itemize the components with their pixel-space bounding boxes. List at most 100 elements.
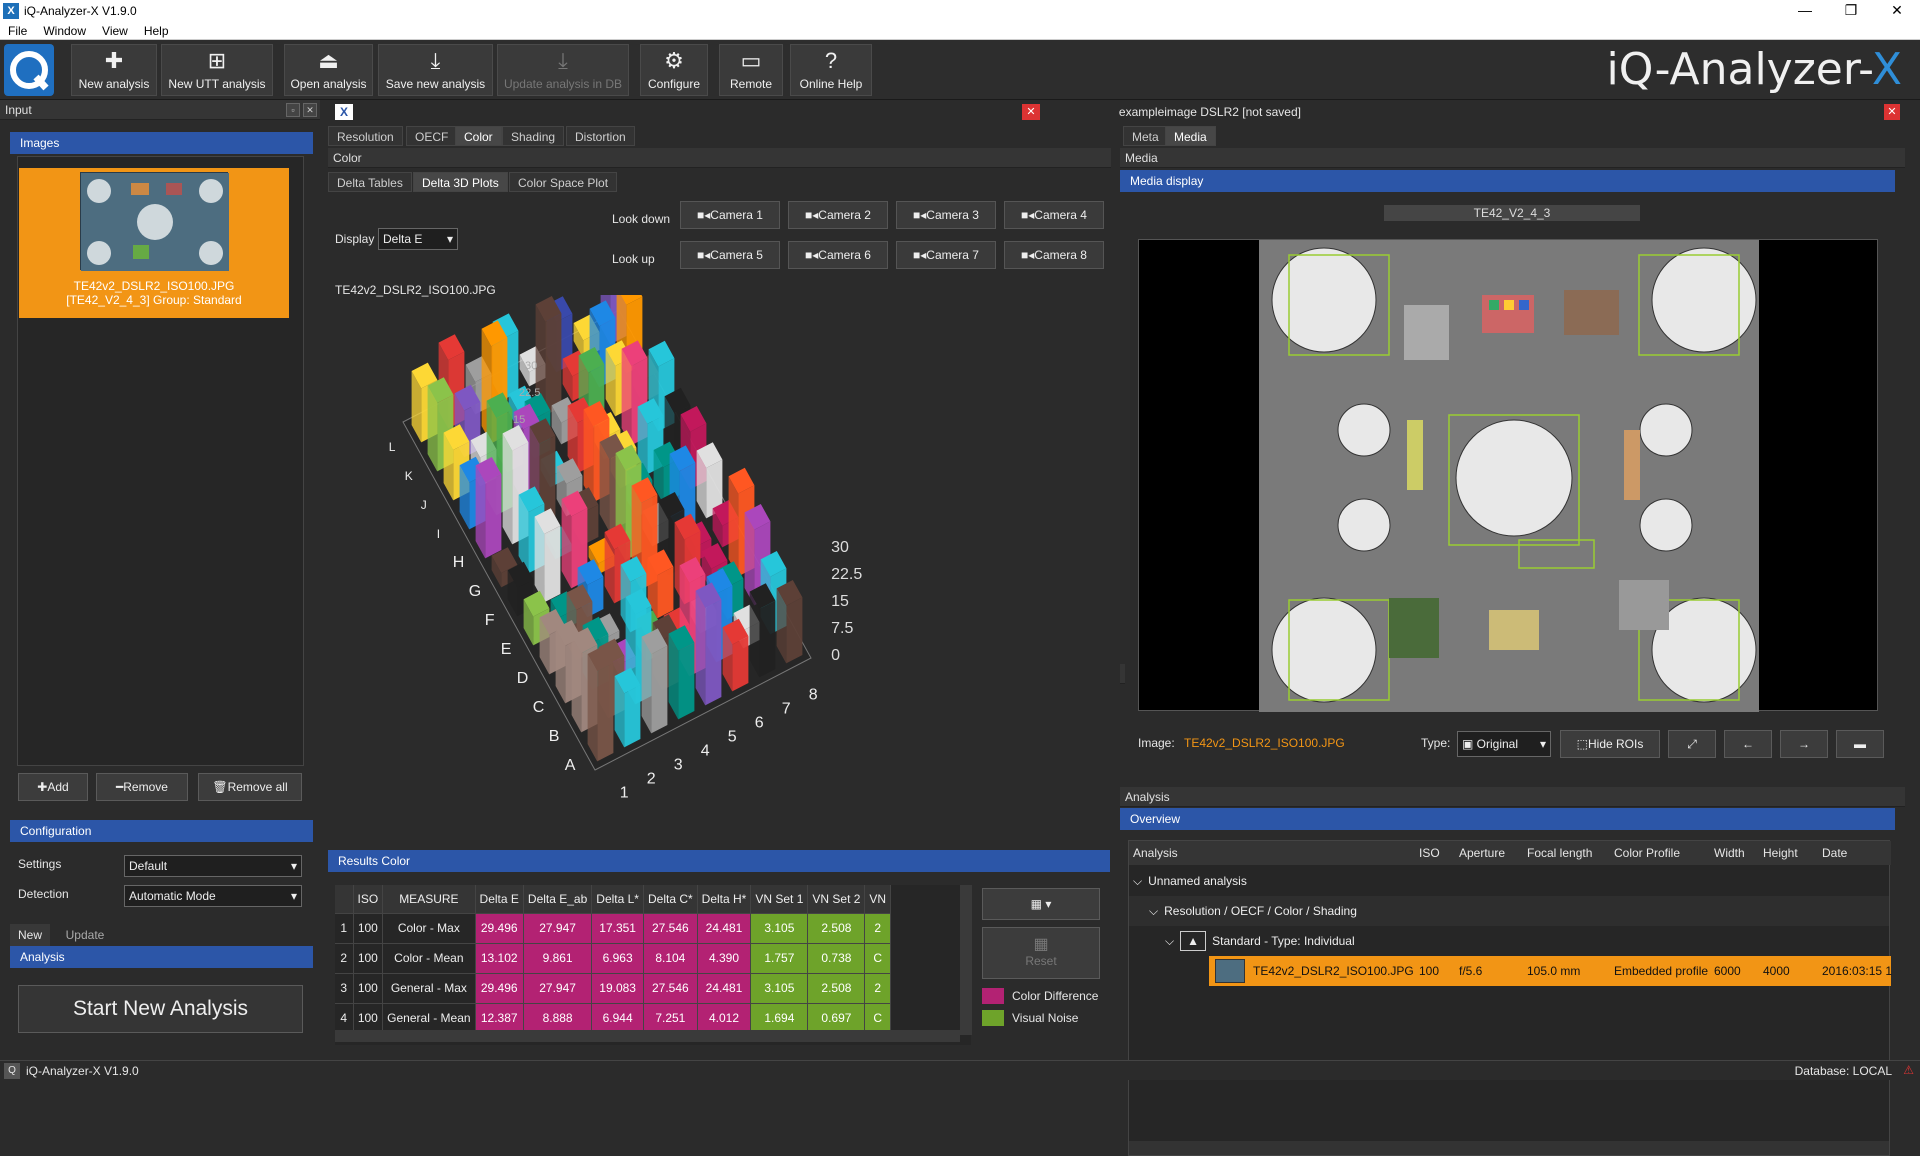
settings-select[interactable]: Default xyxy=(124,855,302,877)
folder-button[interactable]: ▬ xyxy=(1836,730,1884,758)
start-new-analysis-button[interactable]: Start New Analysis xyxy=(18,985,303,1033)
new-analysis-button[interactable]: ✚ New analysis xyxy=(71,44,157,96)
input-panel-header: Input xyxy=(0,100,320,120)
reset-button[interactable]: ▦ Reset xyxy=(982,927,1100,979)
next-button[interactable]: → xyxy=(1780,730,1828,758)
table-cell: 0.697 xyxy=(807,1003,866,1034)
close-media-icon[interactable]: ✕ xyxy=(1884,104,1900,120)
tab-update[interactable]: Update xyxy=(55,924,115,946)
menu-help[interactable]: Help xyxy=(136,22,177,40)
reset-icon: ▦ xyxy=(1033,936,1049,953)
camera-3-button[interactable]: ■◂Camera 3 xyxy=(896,201,996,229)
subtab-delta-3d-plots[interactable]: Delta 3D Plots xyxy=(413,172,508,192)
column-header[interactable]: ISO xyxy=(353,885,384,914)
hide-rois-button[interactable]: ⬚Hide ROIs xyxy=(1560,730,1660,758)
images-header: Images xyxy=(10,132,313,154)
results-hscrollbar[interactable] xyxy=(335,1030,960,1042)
plot-row-label: J xyxy=(421,498,427,512)
tab-meta[interactable]: Meta xyxy=(1123,126,1168,146)
tab-new[interactable]: New xyxy=(10,924,50,946)
table-row[interactable]: 4 100 General - Mean 12.387 8.888 6.944 7.251 4… xyxy=(335,1003,892,1034)
results-table-container[interactable]: ISO MEASURE Delta E Delta E_ab Delta L* Delta… xyxy=(335,885,971,1045)
table-row[interactable]: 3 100 General - Max 29.496 27.947 19.083 27.54… xyxy=(335,973,892,1004)
camera-4-button[interactable]: ■◂Camera 4 xyxy=(1004,201,1104,229)
float-icon[interactable]: ▫ xyxy=(286,103,300,117)
results-header: Results Color xyxy=(328,850,1110,872)
table-cell: C xyxy=(864,1003,892,1034)
fit-view-button[interactable]: ⤢ xyxy=(1668,730,1716,758)
close-window-button[interactable]: ✕ xyxy=(1874,0,1920,22)
detection-select[interactable]: Automatic Mode xyxy=(124,885,302,907)
table-cell: 27.546 xyxy=(643,913,698,944)
subtab-color-space-plot[interactable]: Color Space Plot xyxy=(509,172,618,192)
image-thumbnail-item[interactable]: TE42v2_DSLR2_ISO100.JPG [TE42_V2_4_3] Gr… xyxy=(19,168,289,318)
window-title: iQ-Analyzer-X V1.9.0 xyxy=(24,4,137,18)
restore-button[interactable]: ❐ xyxy=(1828,0,1874,22)
tree-item-resolution-group[interactable]: ⌵ Resolution / OECF / Color / Shading xyxy=(1129,896,1889,926)
plot-col-label: 6 xyxy=(755,714,764,731)
tab-distortion[interactable]: Distortion xyxy=(566,126,635,146)
table-cell: General - Max xyxy=(382,973,476,1004)
column-header[interactable]: Delta C* xyxy=(643,885,698,914)
open-analysis-button[interactable]: ⏏ Open analysis xyxy=(284,44,373,96)
tab-shading[interactable]: Shading xyxy=(502,126,565,146)
plot-col-label: 8 xyxy=(809,686,818,703)
subtab-delta-tables[interactable]: Delta Tables xyxy=(328,172,412,192)
tab-oecf[interactable]: OECF xyxy=(406,126,458,146)
display-select[interactable]: Delta E xyxy=(378,228,458,250)
menu-window[interactable]: Window xyxy=(35,22,94,40)
analysis-tree[interactable]: Analysis ISO Aperture Focal length Color… xyxy=(1128,840,1892,1156)
tree-item-standard[interactable]: ⌵ ▲ Standard - Type: Individual xyxy=(1129,926,1889,956)
camera-1-button[interactable]: ■◂Camera 1 xyxy=(680,201,780,229)
type-select[interactable]: ▣ Original xyxy=(1457,731,1551,757)
tab-media[interactable]: Media xyxy=(1165,126,1216,146)
camera-2-button[interactable]: ■◂Camera 2 xyxy=(788,201,888,229)
close-icon[interactable]: ✕ xyxy=(303,103,317,117)
configure-button[interactable]: ⚙ Configure xyxy=(640,44,708,96)
chevron-down-icon: ⌵ xyxy=(1149,904,1159,918)
save-new-analysis-button[interactable]: ⤓ Save new analysis xyxy=(378,44,493,96)
add-image-button[interactable]: ✚Add xyxy=(18,773,88,801)
new-utt-analysis-button[interactable]: ⊞ New UTT analysis xyxy=(161,44,273,96)
previous-button[interactable]: ← xyxy=(1724,730,1772,758)
update-analysis-db-button[interactable]: ⤓ Update analysis in DB xyxy=(497,44,629,96)
online-help-button[interactable]: ? Online Help xyxy=(790,44,872,96)
tab-color[interactable]: Color xyxy=(455,126,502,146)
menu-view[interactable]: View xyxy=(94,22,136,40)
column-header[interactable]: Delta L* xyxy=(591,885,644,914)
remove-all-button[interactable]: 🗑Remove all xyxy=(198,773,302,801)
column-header[interactable]: VN Set 2 xyxy=(807,885,866,914)
table-cell: 3.105 xyxy=(750,973,809,1004)
analysis-hscrollbar[interactable] xyxy=(1129,1141,1889,1155)
delta-3d-plot[interactable]: ABCDEFGHI J K L 1 2 3 4 5 6 7 8 0 7.5 15 22.5 30 15 22.5 30 xyxy=(325,295,1110,940)
camera-8-button[interactable]: ■◂Camera 8 xyxy=(1004,241,1104,269)
column-header[interactable]: MEASURE xyxy=(382,885,476,914)
column-header[interactable]: VN xyxy=(864,885,892,914)
column-header[interactable]: Delta E_ab xyxy=(523,885,593,914)
table-cell: 27.947 xyxy=(523,913,593,944)
thumbnail-icon xyxy=(1215,959,1245,983)
monitor-icon: ▭ xyxy=(740,48,762,73)
images-list[interactable]: TE42v2_DSLR2_ISO100.JPG [TE42_V2_4_3] Gr… xyxy=(17,156,304,766)
table-view-button[interactable]: ▦ ▾ xyxy=(982,888,1100,920)
camera-7-button[interactable]: ■◂Camera 7 xyxy=(896,241,996,269)
column-header[interactable]: VN Set 1 xyxy=(750,885,809,914)
table-row[interactable]: 1 100 Color - Max 29.496 27.947 17.351 27.546 2… xyxy=(335,913,892,944)
tab-resolution[interactable]: Resolution xyxy=(328,126,403,146)
column-header[interactable]: Delta E xyxy=(475,885,524,914)
tree-item-unnamed-analysis[interactable]: ⌵ Unnamed analysis xyxy=(1129,866,1889,896)
camera-icon: ■◂ xyxy=(1021,248,1035,262)
table-row[interactable]: 2 100 Color - Mean 13.102 9.861 6.963 8.104 4.3… xyxy=(335,943,892,974)
tree-item-image[interactable]: TE42v2_DSLR2_ISO100.JPG 100 f/5.6 105.0 … xyxy=(1209,956,1892,986)
minimize-button[interactable]: — xyxy=(1782,0,1828,22)
media-image-viewer[interactable] xyxy=(1138,239,1878,712)
camera-6-button[interactable]: ■◂Camera 6 xyxy=(788,241,888,269)
column-header[interactable]: Delta H* xyxy=(697,885,752,914)
image-value: TE42v2_DSLR2_ISO100.JPG xyxy=(1184,736,1345,750)
results-vscrollbar[interactable] xyxy=(960,885,972,1035)
menu-file[interactable]: File xyxy=(0,22,35,40)
remove-image-button[interactable]: ━Remove xyxy=(96,773,188,801)
remote-button[interactable]: ▭ Remote xyxy=(719,44,783,96)
camera-5-button[interactable]: ■◂Camera 5 xyxy=(680,241,780,269)
image-label: Image: xyxy=(1138,736,1175,750)
